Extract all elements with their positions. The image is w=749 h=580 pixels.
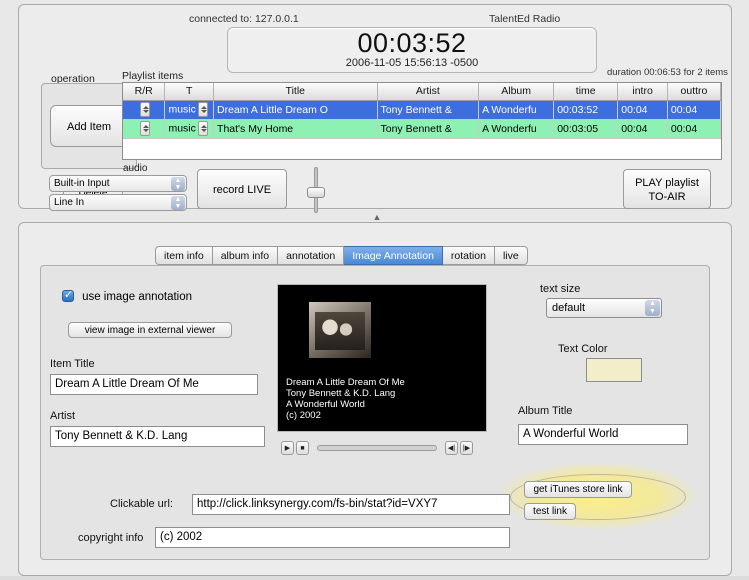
preview-progress-bar[interactable]: [317, 445, 437, 451]
stepper-icon[interactable]: [139, 102, 150, 117]
preview-controls: ▶ ■ ◀| |▶: [277, 440, 487, 457]
tab-item-info[interactable]: item info: [155, 246, 213, 265]
tab-rotation[interactable]: rotation: [442, 246, 495, 265]
text-size-label: text size: [540, 283, 581, 295]
audio-source-value: Line In: [54, 197, 85, 208]
cell-rr[interactable]: [123, 100, 166, 120]
chevron-updown-icon: ▲ ▼: [645, 300, 660, 316]
cell-artist[interactable]: Tony Bennett &: [377, 119, 480, 139]
stop-icon[interactable]: ■: [296, 441, 309, 455]
tab-image-annotation[interactable]: Image Annotation: [344, 246, 443, 265]
text-color-label: Text Color: [558, 343, 608, 355]
column-header-artist[interactable]: Artist: [377, 83, 480, 101]
next-frame-icon[interactable]: |▶: [460, 441, 473, 455]
cell-time[interactable]: 00:03:05: [553, 119, 619, 139]
copyright-info-input[interactable]: (c) 2002: [155, 527, 510, 548]
detail-tabs: item info album info annotation Image An…: [155, 246, 528, 265]
view-image-external-button[interactable]: view image in external viewer: [68, 322, 232, 338]
cell-outtro[interactable]: 00:04: [667, 119, 722, 139]
item-title-label: Item Title: [50, 358, 95, 370]
record-live-button[interactable]: record LIVE: [197, 169, 287, 209]
stepper-icon[interactable]: [197, 121, 208, 136]
audio-input-value: Built-in Input: [54, 178, 110, 189]
test-link-button[interactable]: test link: [524, 503, 576, 520]
window-bottom-strip: [0, 576, 749, 580]
play-to-air-line2: TO-AIR: [648, 191, 686, 203]
preview-line-4: (c) 2002: [286, 410, 321, 421]
prev-frame-icon[interactable]: ◀|: [445, 441, 458, 455]
preview-line-1: Dream A Little Dream Of Me: [286, 377, 405, 388]
clickable-url-input[interactable]: http://click.linksynergy.com/fs-bin/stat…: [192, 494, 510, 515]
artist-label: Artist: [50, 410, 76, 422]
playlist-table[interactable]: R/R T Title Artist Album time intro outt…: [122, 82, 722, 160]
table-row[interactable]: music That's My Home Tony Bennett & A Wo…: [123, 119, 722, 139]
clickable-url-label: Clickable url:: [110, 498, 173, 510]
chevron-updown-icon: ▲ ▼: [171, 196, 185, 210]
cell-album[interactable]: A Wonderfu: [478, 119, 555, 139]
playlist-duration: duration 00:06:53 for 2 items: [607, 67, 728, 78]
album-art-thumbnail: [308, 301, 372, 359]
cell-type[interactable]: music: [164, 119, 215, 139]
preview-line-3: A Wonderful World: [286, 399, 365, 410]
level-slider-knob[interactable]: [307, 187, 325, 198]
annotation-preview: Dream A Little Dream Of Me Tony Bennett …: [277, 284, 487, 432]
column-header-intro[interactable]: intro: [617, 83, 668, 101]
album-title-input[interactable]: A Wonderful World: [518, 424, 688, 445]
add-item-button[interactable]: Add Item: [50, 105, 128, 147]
album-title-label: Album Title: [518, 405, 573, 417]
column-header-title[interactable]: Title: [213, 83, 378, 101]
audio-label: audio: [123, 163, 148, 174]
level-slider[interactable]: [304, 167, 328, 215]
cell-outtro[interactable]: 00:04: [667, 100, 722, 120]
panel-divider-handle[interactable]: ▲: [368, 213, 386, 222]
cell-album[interactable]: A Wonderfu: [478, 100, 555, 120]
preview-line-2: Tony Bennett & K.D. Lang: [286, 388, 396, 399]
cell-intro[interactable]: 00:04: [617, 119, 668, 139]
use-image-annotation-row[interactable]: use image annotation: [62, 288, 193, 303]
cell-title[interactable]: That's My Home: [213, 119, 378, 139]
cell-type-label: music: [168, 122, 196, 135]
tab-live[interactable]: live: [494, 246, 528, 265]
play-to-air-line1: PLAY playlist: [635, 177, 699, 189]
cell-intro[interactable]: 00:04: [617, 100, 668, 120]
play-to-air-button[interactable]: PLAY playlist TO-AIR: [623, 169, 711, 209]
text-size-value: default: [552, 302, 586, 314]
audio-input-popup[interactable]: Built-in Input ▲ ▼: [49, 175, 187, 192]
stepper-icon[interactable]: [139, 121, 150, 136]
table-row[interactable]: music Dream A Little Dream O Tony Bennet…: [123, 100, 722, 120]
cell-artist[interactable]: Tony Bennett &: [377, 100, 480, 120]
copyright-info-label: copyright info: [78, 532, 144, 544]
chevron-updown-icon: ▲ ▼: [171, 177, 185, 191]
column-header-outtro[interactable]: outtro: [667, 83, 722, 101]
play-icon[interactable]: ▶: [281, 441, 294, 455]
clock-date: 2006-11-05 15:56:13 -0500: [345, 57, 479, 69]
get-itunes-store-link-button[interactable]: get iTunes store link: [524, 481, 632, 498]
playlist-label: Playlist items: [122, 70, 184, 82]
preview-text: Dream A Little Dream Of Me Tony Bennett …: [286, 377, 405, 421]
column-header-t[interactable]: T: [164, 83, 215, 101]
stepper-icon[interactable]: [197, 102, 208, 117]
playlist-header-row: R/R T Title Artist Album time intro outt…: [123, 83, 722, 101]
clock-time: 00:03:52: [357, 28, 467, 58]
column-header-rr[interactable]: R/R: [123, 83, 166, 101]
connection-status: connected to: 127.0.0.1: [189, 13, 299, 25]
item-title-input[interactable]: Dream A Little Dream Of Me: [50, 374, 258, 395]
cell-type[interactable]: music: [164, 100, 215, 120]
cell-title[interactable]: Dream A Little Dream O: [213, 100, 378, 120]
cell-rr[interactable]: [123, 119, 166, 139]
tab-album-info[interactable]: album info: [212, 246, 279, 265]
audio-source-popup[interactable]: Line In ▲ ▼: [49, 194, 187, 211]
column-header-album[interactable]: Album: [478, 83, 555, 101]
artist-input[interactable]: Tony Bennett & K.D. Lang: [50, 426, 265, 447]
station-name: TalentEd Radio: [489, 13, 561, 25]
clock-display: 00:03:52 2006-11-05 15:56:13 -0500: [227, 27, 597, 73]
cell-type-label: music: [168, 103, 196, 116]
column-header-time[interactable]: time: [553, 83, 619, 101]
cell-time[interactable]: 00:03:52: [553, 100, 619, 120]
checkbox-checked-icon[interactable]: [62, 288, 74, 302]
use-image-annotation-label: use image annotation: [82, 291, 193, 303]
tab-annotation[interactable]: annotation: [278, 246, 345, 265]
text-size-select[interactable]: default ▲ ▼: [546, 298, 662, 318]
text-color-swatch[interactable]: [586, 358, 642, 382]
